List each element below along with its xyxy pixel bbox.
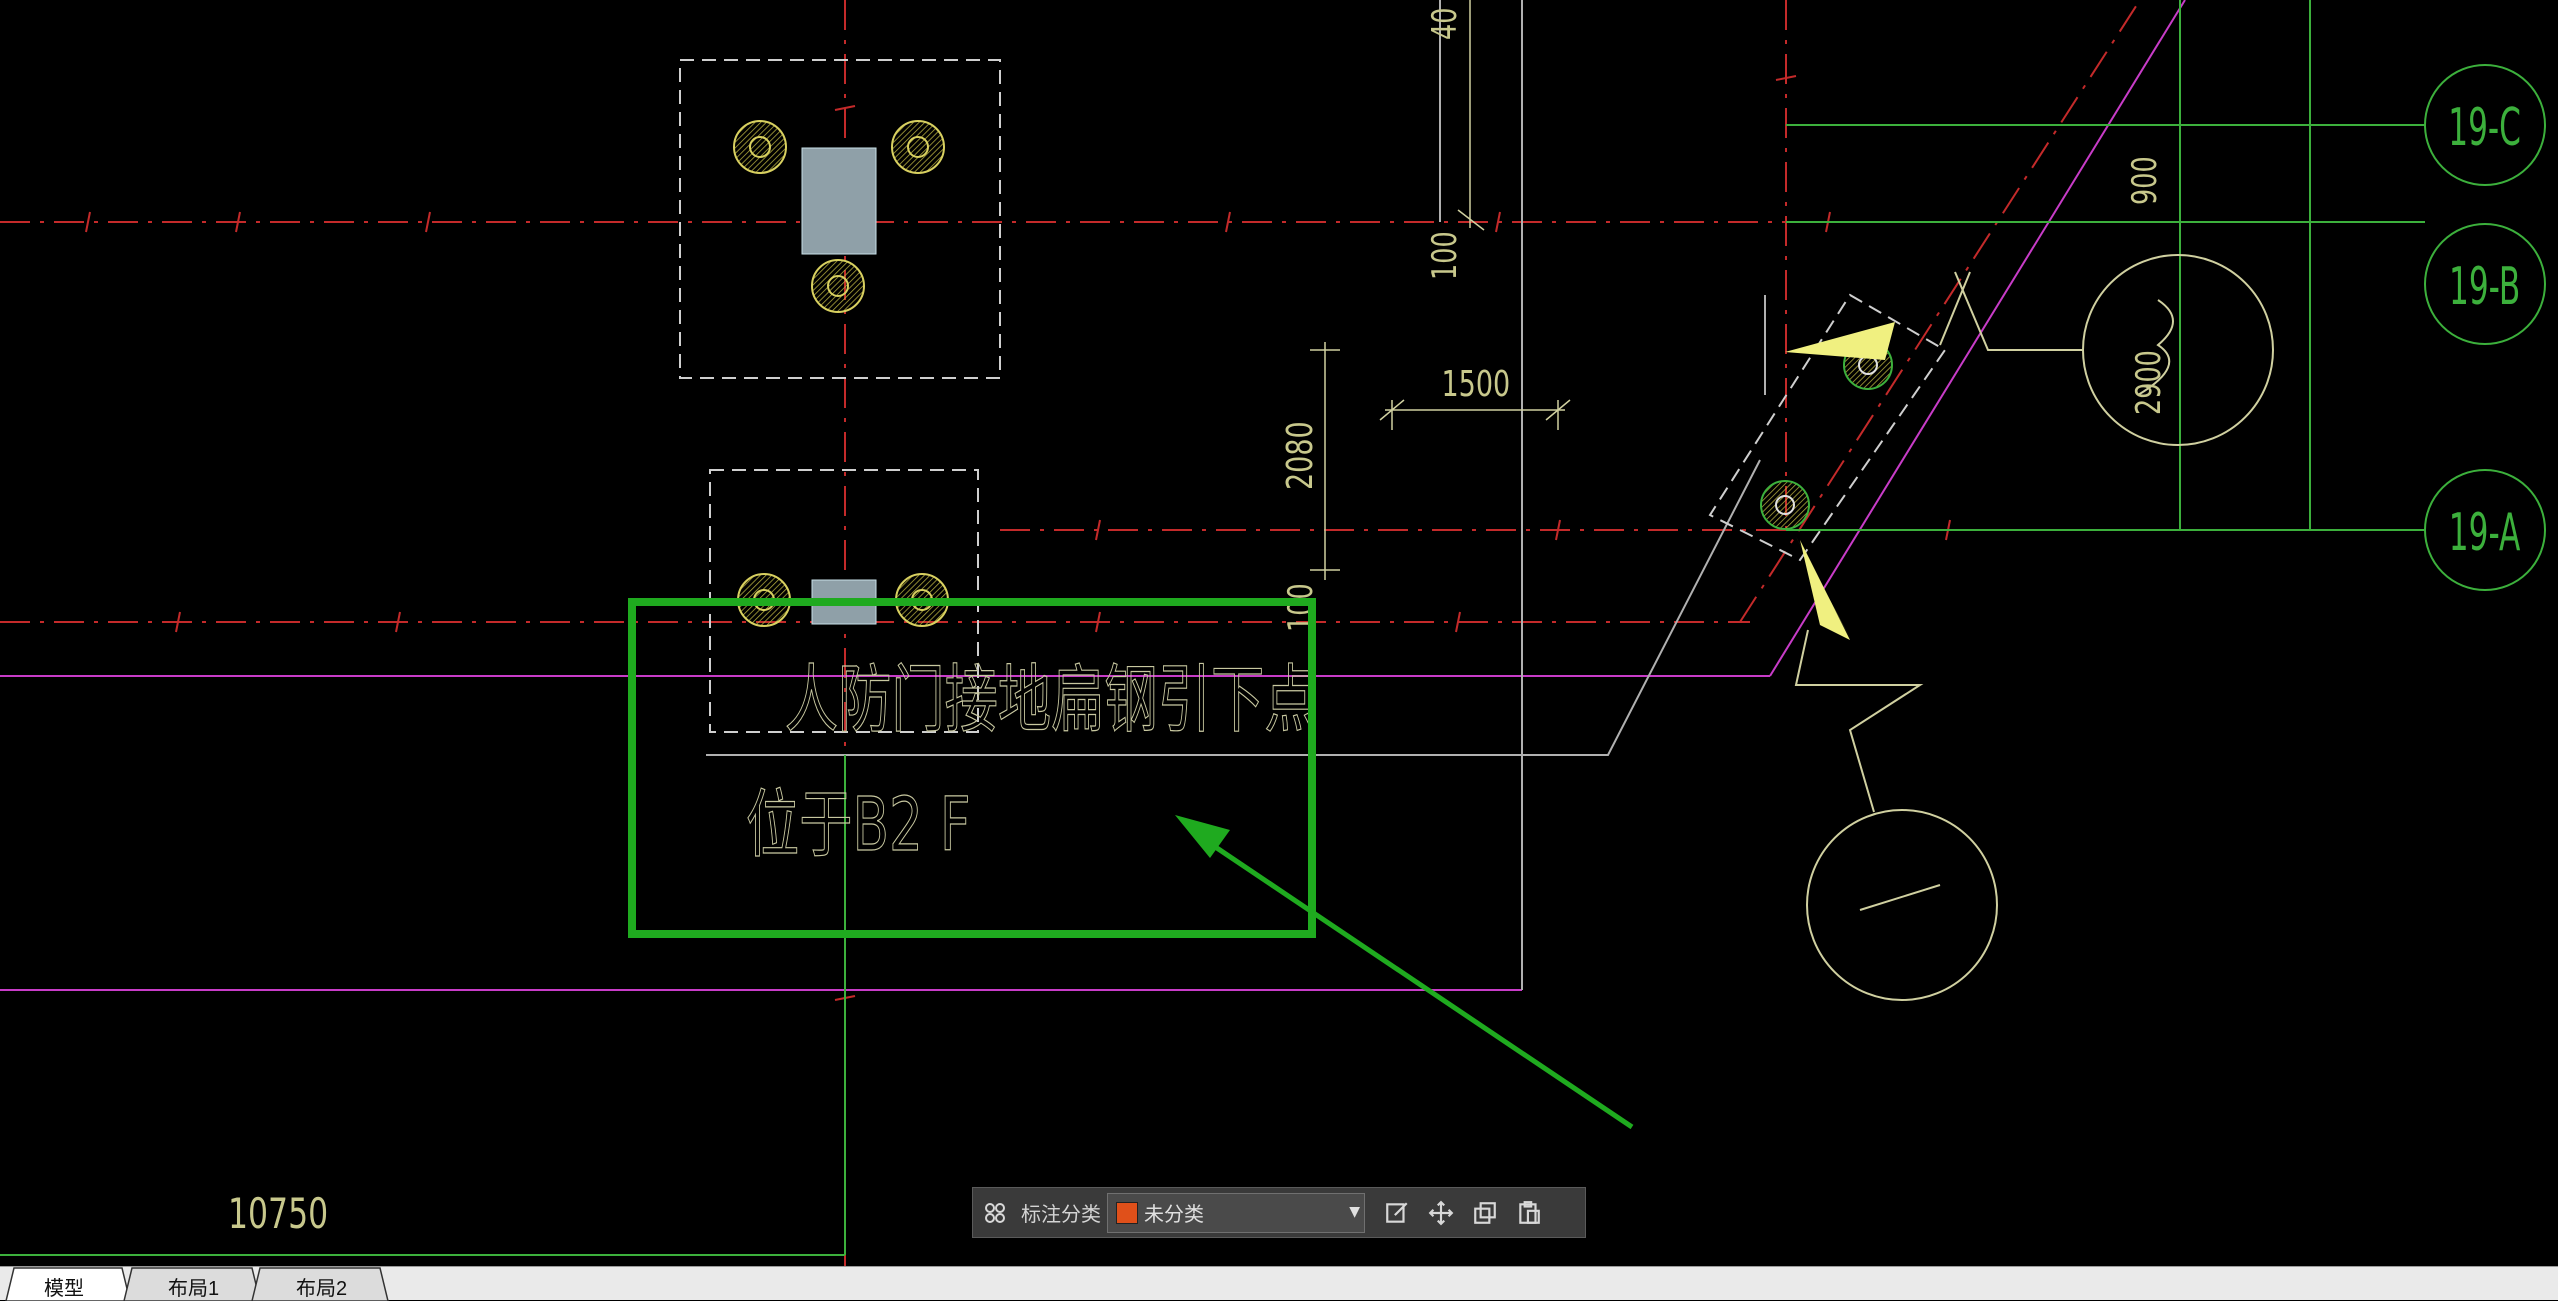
dim-100-top-text: 100 [1425, 231, 1465, 280]
detail-bubble-top [1939, 254, 2274, 446]
dim-2080-text: 2080 [1278, 421, 1321, 490]
axis-bubble-19a-label: 19-A [2449, 503, 2521, 564]
dim-1500-text: 1500 [1442, 362, 1511, 405]
category-color-swatch [1116, 1201, 1138, 1224]
highlight-box [628, 598, 1316, 938]
layout-tab-bar: 模型 布局1 布局2 [0, 1266, 2558, 1301]
axis-bubble-19b: 19-B [2424, 223, 2546, 345]
detail-bubble-bottom [1794, 629, 1998, 1001]
column-top [801, 147, 877, 255]
dim-2900-text: 2900 [2129, 350, 2169, 415]
dim-10750-text: 10750 [228, 1190, 328, 1239]
category-dropdown[interactable]: 未分类 ▼ [1107, 1192, 1365, 1233]
axis-bubble-19a: 19-A [2424, 469, 2546, 591]
grid-view-icon[interactable] [973, 1191, 1017, 1235]
category-label: 标注分类 [1021, 1202, 1101, 1226]
boundary-line-magenta [0, 0, 2186, 991]
annotation-category-toolbar: 标注分类 未分类 ▼ [972, 1187, 1586, 1238]
axis-line-diagonal [1739, 0, 2141, 623]
copy-icon[interactable] [1463, 1191, 1507, 1235]
move-icon[interactable] [1419, 1191, 1463, 1235]
axis-bubble-19c: 19-C [2424, 64, 2546, 186]
annotation-note-text: 人防门接地扁钢引下点 位于B2 F [745, 657, 1318, 869]
dim-40-text: 40 [1425, 8, 1465, 40]
pile-cap-box-rotated [1708, 293, 1947, 562]
axis-tick-marks [85, 75, 1951, 1001]
cad-drawing-canvas[interactable]: 19-C 19-B 19-A 1500 2080 100 100 40 900 … [0, 0, 2558, 1266]
annotation-line-1: 人防门接地扁钢引下点 [785, 657, 1318, 743]
dim-900-text: 900 [2125, 156, 2165, 205]
pile-circles [733, 120, 1893, 627]
edit-icon[interactable] [1375, 1191, 1419, 1235]
tab-layout2[interactable]: 布局2 [296, 1272, 347, 1301]
tab-model[interactable]: 模型 [44, 1272, 84, 1301]
grid-lines-green [0, 0, 2425, 1256]
chevron-down-icon: ▼ [1349, 1203, 1360, 1220]
axis-bubble-19b-label: 19-B [2449, 257, 2520, 318]
annotation-line-2: 位于B2 F [746, 782, 971, 868]
paste-icon[interactable] [1507, 1191, 1551, 1235]
axis-bubble-19c-label: 19-C [2448, 98, 2521, 159]
category-selected-value: 未分类 [1144, 1202, 1204, 1226]
tab-layout1[interactable]: 布局1 [168, 1272, 219, 1301]
highlight-arrow [1175, 815, 1634, 1130]
